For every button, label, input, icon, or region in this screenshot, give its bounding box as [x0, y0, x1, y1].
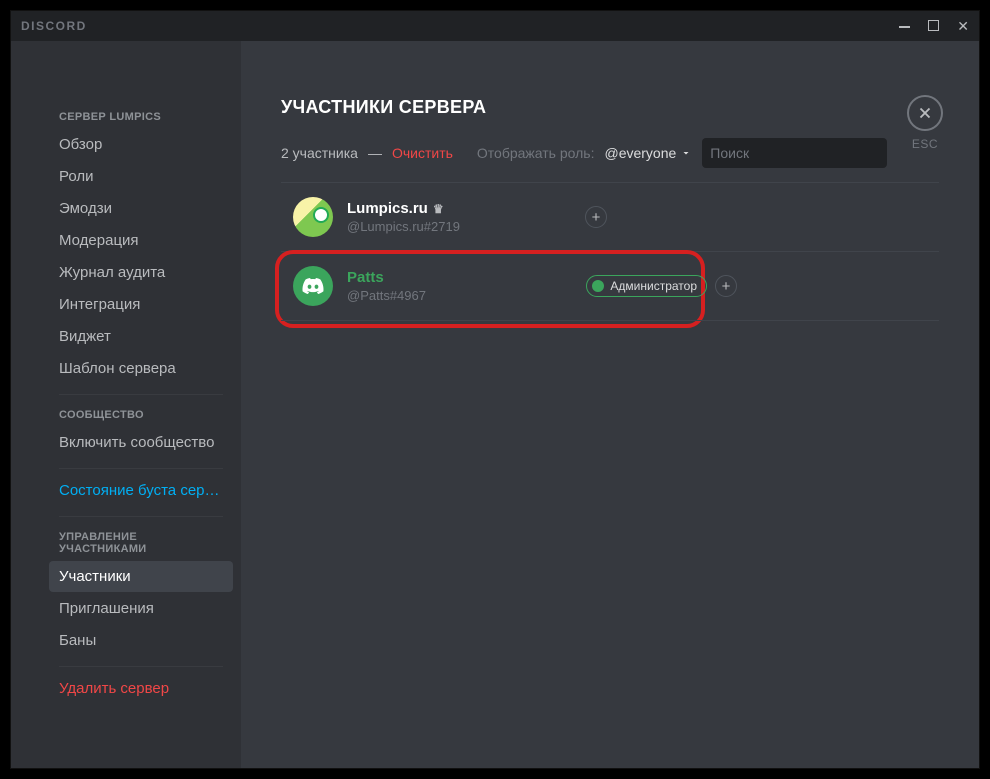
sidebar-item-roles[interactable]: Роли: [49, 161, 233, 192]
sidebar-item-invites[interactable]: Приглашения: [49, 593, 233, 624]
page-title: УЧАСТНИКИ СЕРВЕРА: [281, 97, 939, 118]
sidebar-item-integrations[interactable]: Интеграция: [49, 289, 233, 320]
role-chip-label: Администратор: [610, 279, 697, 293]
close-button[interactable]: [907, 95, 943, 131]
app-window: DISCORD ✕ СЕРВЕР LUMPICS Обзор Роли Эмод…: [10, 10, 980, 769]
settings-sidebar: СЕРВЕР LUMPICS Обзор Роли Эмодзи Модерац…: [41, 41, 241, 768]
sidebar-item-enable-community[interactable]: Включить сообщество: [49, 427, 233, 458]
sidebar-divider: [59, 468, 223, 469]
clear-link[interactable]: Очистить: [392, 145, 453, 161]
window-close-button[interactable]: ✕: [957, 18, 969, 35]
sidebar-item-bans[interactable]: Баны: [49, 625, 233, 656]
content-area: ESC УЧАСТНИКИ СЕРВЕРА 2 участника — Очис…: [241, 41, 979, 768]
member-tag: @Lumpics.ru#2719: [347, 219, 460, 234]
chevron-down-icon: [680, 147, 692, 159]
sidebar-heading-user-mgmt: УПРАВЛЕНИЕ УЧАСТНИКАМИ: [49, 525, 233, 561]
member-row[interactable]: Lumpics.ru ♛ @Lumpics.ru#2719 +: [281, 183, 939, 252]
member-name-text: Lumpics.ru: [347, 200, 428, 217]
member-count: 2 участника: [281, 145, 358, 161]
window-minimize-button[interactable]: [899, 18, 910, 35]
sidebar-divider: [59, 516, 223, 517]
member-tag: @Patts#4967: [347, 288, 426, 303]
sidebar-item-moderation[interactable]: Модерация: [49, 225, 233, 256]
add-role-button[interactable]: +: [715, 275, 737, 297]
search-input[interactable]: [710, 145, 891, 161]
close-esc-group: ESC: [907, 95, 943, 151]
member-roles: +: [585, 206, 927, 228]
sidebar-heading-community: СООБЩЕСТВО: [49, 403, 233, 427]
close-icon: [916, 104, 934, 122]
role-filter-label: Отображать роль:: [477, 145, 595, 161]
role-filter-value: @everyone: [604, 145, 676, 161]
member-info: Patts @Patts#4967: [347, 269, 426, 303]
sidebar-divider: [59, 666, 223, 667]
esc-label: ESC: [907, 137, 943, 151]
member-name-text: Patts: [347, 269, 384, 286]
add-role-button[interactable]: +: [585, 206, 607, 228]
sidebar-divider: [59, 394, 223, 395]
member-name: Patts: [347, 269, 426, 286]
sidebar-item-template[interactable]: Шаблон сервера: [49, 353, 233, 384]
window-controls: ✕: [899, 18, 969, 35]
sidebar-item-audit-log[interactable]: Журнал аудита: [49, 257, 233, 288]
avatar: [293, 197, 333, 237]
member-roles: Администратор +: [586, 275, 927, 297]
sidebar-gutter: [11, 41, 41, 768]
avatar: [293, 266, 333, 306]
sidebar-item-boost-status[interactable]: Состояние буста серв...: [49, 475, 233, 506]
member-info: Lumpics.ru ♛ @Lumpics.ru#2719: [347, 200, 460, 234]
crown-icon: ♛: [433, 202, 444, 216]
role-chip[interactable]: Администратор: [586, 275, 707, 297]
separator-dash: —: [368, 145, 382, 161]
search-box[interactable]: [702, 138, 887, 168]
role-filter-select[interactable]: @everyone: [604, 145, 692, 161]
role-color-dot: [592, 280, 604, 292]
titlebar: DISCORD ✕: [11, 11, 979, 41]
sidebar-item-members[interactable]: Участники: [49, 561, 233, 592]
sidebar-item-widget[interactable]: Виджет: [49, 321, 233, 352]
member-name: Lumpics.ru ♛: [347, 200, 460, 217]
titlebar-brand: DISCORD: [21, 19, 87, 33]
sidebar-item-overview[interactable]: Обзор: [49, 129, 233, 160]
sidebar-item-delete-server[interactable]: Удалить сервер: [49, 673, 233, 704]
sidebar-heading-server: СЕРВЕР LUMPICS: [49, 105, 233, 129]
member-row[interactable]: Patts @Patts#4967 Администратор +: [281, 252, 939, 321]
sidebar-item-emoji[interactable]: Эмодзи: [49, 193, 233, 224]
filter-row: 2 участника — Очистить Отображать роль: …: [281, 138, 939, 168]
window-maximize-button[interactable]: [928, 18, 939, 35]
discord-logo-icon: [301, 274, 325, 298]
